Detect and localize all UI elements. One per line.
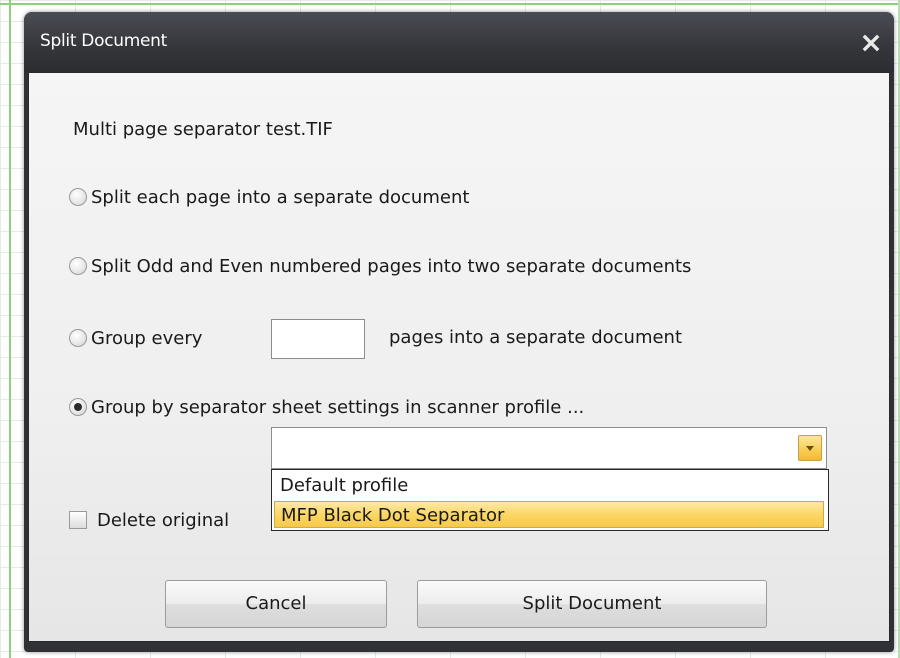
radio-label: Group by separator sheet settings in sca…: [91, 396, 585, 418]
cancel-button[interactable]: Cancel: [165, 580, 387, 628]
radio-split-odd-even[interactable]: Split Odd and Even numbered pages into t…: [69, 252, 691, 280]
dialog-title: Split Document: [40, 31, 167, 51]
grid-border-left: [9, 0, 11, 658]
profile-dropdown-list: Default profile MFP Black Dot Separator: [271, 469, 829, 531]
split-document-dialog: Split Document Multi page separator test…: [24, 12, 894, 652]
radio-button[interactable]: [69, 329, 87, 347]
split-document-button[interactable]: Split Document: [417, 580, 767, 628]
radio-label: Split each page into a separate document: [91, 186, 470, 208]
group-every-page-count-input[interactable]: [271, 319, 365, 359]
radio-button[interactable]: [69, 188, 87, 206]
scanner-profile-dropdown[interactable]: [271, 427, 827, 469]
radio-label: Split Odd and Even numbered pages into t…: [91, 255, 692, 277]
radio-group-by-separator[interactable]: Group by separator sheet settings in sca…: [69, 393, 584, 421]
radio-button-selected[interactable]: [69, 398, 87, 416]
close-icon[interactable]: [860, 32, 882, 54]
chevron-down-icon[interactable]: [798, 435, 822, 461]
file-name-label: Multi page separator test.TIF: [73, 119, 333, 140]
radio-split-each[interactable]: Split each page into a separate document: [69, 183, 469, 211]
delete-original-label: Delete original: [97, 510, 230, 531]
delete-original-checkbox[interactable]: [69, 511, 87, 529]
dropdown-option-default-profile[interactable]: Default profile: [274, 472, 824, 499]
dropdown-option-mfp-black-dot[interactable]: MFP Black Dot Separator: [274, 501, 824, 528]
grid-border-top: [0, 3, 900, 5]
radio-label: Group every: [91, 327, 203, 349]
dialog-body: Multi page separator test.TIF Split each…: [28, 72, 890, 642]
radio-group-every[interactable]: Group every: [69, 324, 202, 352]
dialog-titlebar: Split Document: [24, 12, 894, 72]
group-every-suffix-label: pages into a separate document: [389, 327, 683, 348]
radio-button[interactable]: [69, 257, 87, 275]
